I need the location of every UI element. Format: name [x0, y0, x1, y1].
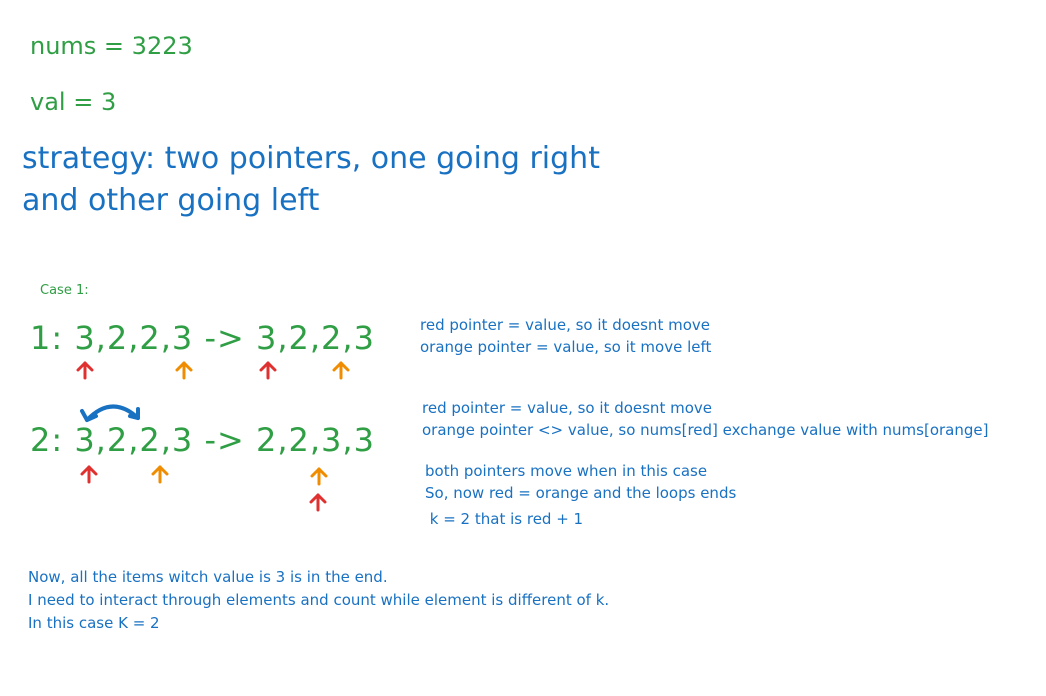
step2-note-3: both pointers move when in this case	[425, 462, 708, 480]
step2-note-1: red pointer = value, so it doesnt move	[422, 399, 712, 417]
swap-icon	[80, 404, 140, 422]
step1-note-2: orange pointer = value, so it move left	[420, 338, 712, 356]
step1-note-1: red pointer = value, so it doesnt move	[420, 316, 710, 334]
step2-red-pointer-right-icon	[309, 493, 327, 512]
step2-expression: 2: 3,2,2,3 -> 2,2,3,3	[30, 421, 375, 459]
step2-note-2: orange pointer <> value, so nums[red] ex…	[422, 421, 989, 439]
conclusion-line-2: I need to interact through elements and …	[28, 591, 610, 609]
strategy-line-2: and other going left	[22, 183, 320, 218]
step1-expression: 1: 3,2,2,3 -> 3,2,2,3	[30, 319, 375, 357]
conclusion-line-3: In this case K = 2	[28, 614, 160, 632]
case-label: Case 1:	[40, 283, 89, 298]
step2-red-pointer-left-icon	[80, 465, 98, 484]
step1-red-pointer-left-icon	[76, 361, 94, 380]
step2-orange-pointer-left-icon	[151, 465, 169, 484]
step1-orange-pointer-right-icon	[332, 361, 350, 380]
conclusion-line-1: Now, all the items witch value is 3 is i…	[28, 568, 388, 586]
step1-orange-pointer-left-icon	[175, 361, 193, 380]
val-label: val = 3	[30, 88, 117, 116]
nums-label: nums = 3223	[30, 32, 193, 60]
step2-note-4: So, now red = orange and the loops ends	[425, 484, 737, 502]
step1-red-pointer-right-icon	[259, 361, 277, 380]
step2-orange-pointer-right-icon	[310, 467, 328, 486]
strategy-line-1: strategy: two pointers, one going right	[22, 141, 600, 176]
step2-note-5: k = 2 that is red + 1	[425, 510, 584, 528]
